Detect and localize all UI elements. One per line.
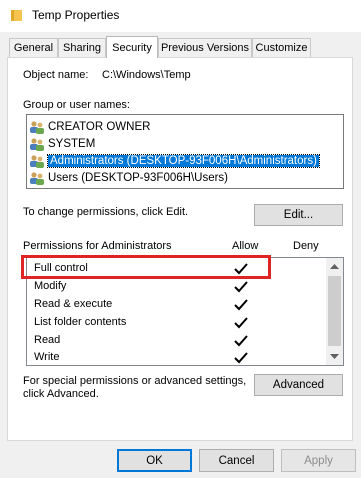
check-icon [234,299,248,311]
check-icon [234,352,248,364]
advanced-text-line2: click Advanced. [23,388,99,400]
edit-button[interactable]: Edit... [254,204,343,226]
permission-name: Read & execute [34,298,113,310]
apply-button[interactable]: Apply [281,449,356,472]
tab-customize[interactable]: Customize [252,38,311,57]
object-name-value: C:\Windows\Temp [102,69,191,81]
permissions-list[interactable]: Full control Modify Read & execute List … [26,257,344,366]
tab-label: General [13,42,54,54]
group-user-list[interactable]: CREATOR OWNER SYSTEM Administrators (DES… [26,114,344,189]
tab-security[interactable]: Security [106,36,158,58]
change-permissions-text: To change permissions, click Edit. [23,206,189,218]
tab-general[interactable]: General [9,38,58,57]
scroll-down-arrow-icon[interactable] [329,351,340,361]
tab-label: Previous Versions [160,42,250,54]
permission-row-list-folder-contents: List folder contents [27,314,327,332]
list-item-administrators[interactable]: Administrators (DESKTOP-93F006H\Administ… [29,152,320,169]
permission-name: Write [34,351,60,363]
window-title: Temp Properties [32,8,120,22]
apply-button-label: Apply [304,454,333,467]
permission-row-full-control: Full control [27,260,327,278]
users-icon [30,137,44,151]
tab-label: Customize [255,42,308,54]
deny-column-header: Deny [293,240,319,252]
groups-label: Group or user names: [23,99,130,111]
permission-row-write: Write [27,349,327,367]
permission-name: List folder contents [34,316,127,328]
ok-button-label: OK [146,454,163,467]
check-icon [234,263,248,275]
advanced-text-line1: For special permissions or advanced sett… [23,375,247,387]
advanced-button[interactable]: Advanced [254,374,343,396]
folder-icon [11,10,22,21]
tab-previous-versions[interactable]: Previous Versions [158,38,252,57]
object-name-label: Object name: [23,69,89,81]
list-item-label: Users (DESKTOP-93F006H\Users) [48,171,228,184]
edit-button-label: Edit... [283,209,314,221]
allow-column-header: Allow [232,240,259,252]
cancel-button-label: Cancel [218,454,255,467]
list-item-label: SYSTEM [48,137,96,150]
permission-name: Modify [34,280,67,292]
permission-name: Full control [34,262,88,274]
permission-row-read: Read [27,332,327,350]
advanced-button-label: Advanced [272,379,325,391]
list-item-creator-owner[interactable]: CREATOR OWNER [29,118,150,135]
tab-label: Security [112,41,152,54]
list-item-users[interactable]: Users (DESKTOP-93F006H\Users) [29,169,228,186]
users-icon [30,154,44,168]
scroll-thumb[interactable] [328,276,341,346]
permissions-header: Permissions for Administrators [23,240,172,252]
list-item-system[interactable]: SYSTEM [29,135,95,152]
check-icon [234,335,248,347]
cancel-button[interactable]: Cancel [199,449,274,472]
list-item-label: CREATOR OWNER [48,120,151,133]
users-icon [30,171,44,185]
permission-row-read-execute: Read & execute [27,296,327,314]
permission-name: Read [34,334,61,346]
vertical-scrollbar[interactable] [326,258,343,365]
check-icon [234,317,248,329]
check-icon [234,281,248,293]
ok-button[interactable]: OK [117,449,192,472]
title-bar[interactable]: Temp Properties [0,0,361,32]
list-item-label: Administrators (DESKTOP-93F006H\Administ… [47,153,320,168]
scroll-up-arrow-icon[interactable] [329,262,340,272]
permission-row-modify: Modify [27,278,327,296]
users-icon [30,120,44,134]
tab-label: Sharing [63,42,101,54]
tab-sharing[interactable]: Sharing [58,38,106,57]
